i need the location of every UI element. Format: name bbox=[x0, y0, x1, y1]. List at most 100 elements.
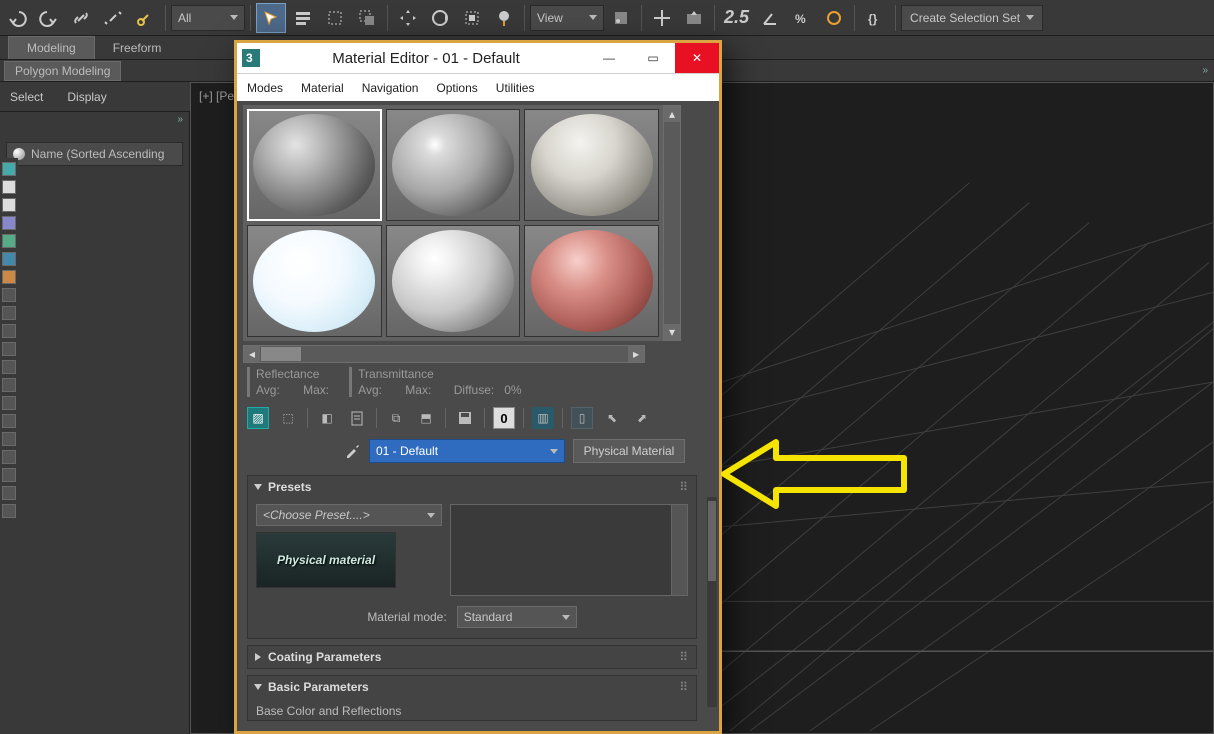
window-crossing-icon[interactable] bbox=[352, 3, 382, 33]
link-icon[interactable] bbox=[66, 3, 96, 33]
move-icon[interactable] bbox=[393, 3, 423, 33]
show-end-result-icon[interactable]: ▯ bbox=[571, 407, 593, 429]
create-selection-set-dropdown[interactable]: Create Selection Set bbox=[901, 5, 1043, 31]
filter-icon[interactable] bbox=[2, 288, 16, 302]
filter-icon[interactable] bbox=[2, 504, 16, 518]
menu-material[interactable]: Material bbox=[301, 81, 344, 95]
minimize-button[interactable]: — bbox=[587, 43, 631, 73]
sample-slot-3[interactable] bbox=[524, 109, 659, 221]
angle-snap-value[interactable]: 2.5 bbox=[720, 7, 753, 28]
menu-options[interactable]: Options bbox=[436, 81, 477, 95]
filter-icon[interactable] bbox=[2, 486, 16, 500]
percent-snap-icon[interactable]: % bbox=[787, 3, 817, 33]
ribbon-tab-freeform[interactable]: Freeform bbox=[95, 37, 180, 59]
sample-slot-4[interactable] bbox=[247, 225, 382, 337]
filter-icon[interactable] bbox=[2, 216, 16, 230]
spinner-snap-icon[interactable] bbox=[819, 3, 849, 33]
ribbon-expand-icon[interactable]: » bbox=[1202, 65, 1208, 76]
filter-icon[interactable] bbox=[2, 252, 16, 266]
filter-icon[interactable] bbox=[2, 234, 16, 248]
filter-icon[interactable] bbox=[2, 414, 16, 428]
filter-icon[interactable] bbox=[2, 270, 16, 284]
basic-header[interactable]: Basic Parameters⠿ bbox=[248, 676, 696, 698]
filter-icon[interactable] bbox=[2, 360, 16, 374]
material-id-icon[interactable]: 0 bbox=[493, 407, 515, 429]
sample-slot-2[interactable] bbox=[386, 109, 521, 221]
menu-navigation[interactable]: Navigation bbox=[362, 81, 419, 95]
rollout-scrollbar[interactable] bbox=[707, 497, 717, 707]
material-type-button[interactable]: Physical Material bbox=[573, 439, 685, 463]
polygon-modeling-chip[interactable]: Polygon Modeling bbox=[4, 61, 121, 81]
named-sets-icon[interactable]: {} bbox=[860, 3, 890, 33]
placement-icon[interactable] bbox=[489, 3, 519, 33]
selection-filter-dropdown[interactable]: All bbox=[171, 5, 245, 31]
assign-to-selection-icon[interactable]: ◧ bbox=[316, 407, 338, 429]
pivot-icon[interactable] bbox=[606, 3, 636, 33]
material-name-dropdown[interactable]: 01 - Default bbox=[369, 439, 565, 463]
maximize-button[interactable]: ▭ bbox=[631, 43, 675, 73]
put-to-scene-icon[interactable]: ⬚ bbox=[277, 407, 299, 429]
menu-utilities[interactable]: Utilities bbox=[496, 81, 535, 95]
close-button[interactable]: ✕ bbox=[675, 43, 719, 73]
material-mode-value: Standard bbox=[464, 610, 513, 624]
material-mode-dropdown[interactable]: Standard bbox=[457, 606, 577, 628]
sample-slot-1[interactable] bbox=[247, 109, 382, 221]
filter-icon[interactable] bbox=[2, 180, 16, 194]
select-by-name-icon[interactable] bbox=[288, 3, 318, 33]
rotate-icon[interactable] bbox=[425, 3, 455, 33]
bind-icon[interactable] bbox=[130, 3, 160, 33]
manipulate-icon[interactable] bbox=[647, 3, 677, 33]
eyedropper-icon[interactable] bbox=[343, 440, 361, 462]
svg-text:%: % bbox=[795, 12, 806, 26]
filter-icon[interactable] bbox=[2, 162, 16, 176]
material-editor-titlebar[interactable]: 3 Material Editor - 01 - Default — ▭ ✕ bbox=[237, 43, 719, 73]
undo-icon[interactable] bbox=[2, 3, 32, 33]
rect-select-icon[interactable] bbox=[320, 3, 350, 33]
scroll-left-icon[interactable]: ◂ bbox=[244, 346, 260, 362]
preset-preview-scroll[interactable] bbox=[671, 505, 687, 595]
unlink-icon[interactable] bbox=[98, 3, 128, 33]
presets-header[interactable]: Presets⠿ bbox=[248, 476, 696, 498]
filter-icon[interactable] bbox=[2, 432, 16, 446]
scroll-down-icon[interactable]: ▾ bbox=[664, 324, 680, 340]
reset-map-icon[interactable] bbox=[346, 407, 368, 429]
scroll-up-icon[interactable]: ▴ bbox=[664, 106, 680, 122]
coating-header[interactable]: Coating Parameters⠿ bbox=[248, 646, 696, 668]
filter-icon[interactable] bbox=[2, 396, 16, 410]
go-sibling-icon[interactable]: ⬈ bbox=[631, 407, 653, 429]
sample-vscroll[interactable]: ▴ ▾ bbox=[663, 105, 681, 341]
scroll-thumb[interactable] bbox=[708, 501, 716, 581]
put-to-library-icon[interactable]: ⬒ bbox=[415, 407, 437, 429]
cmd-select[interactable]: Select bbox=[10, 90, 43, 104]
sample-slot-5[interactable] bbox=[386, 225, 521, 337]
filter-icon[interactable] bbox=[2, 324, 16, 338]
angle-snap-icon[interactable] bbox=[755, 3, 785, 33]
filter-icon[interactable] bbox=[2, 450, 16, 464]
save-icon[interactable] bbox=[454, 407, 476, 429]
ref-coord-dropdown[interactable]: View bbox=[530, 5, 604, 31]
filter-icon[interactable] bbox=[2, 378, 16, 392]
cmd-display[interactable]: Display bbox=[67, 90, 106, 104]
filter-icon[interactable] bbox=[2, 342, 16, 356]
filter-icon[interactable] bbox=[2, 198, 16, 212]
choose-preset-dropdown[interactable]: <Choose Preset....> bbox=[256, 504, 442, 526]
sample-hscroll[interactable]: ◂ ▸ bbox=[243, 345, 645, 363]
sample-slot-6[interactable] bbox=[524, 225, 659, 337]
scroll-thumb[interactable] bbox=[261, 347, 301, 361]
make-unique-icon[interactable]: ⧉ bbox=[385, 407, 407, 429]
keyboard-shortcut-icon[interactable] bbox=[679, 3, 709, 33]
filter-icon[interactable] bbox=[2, 468, 16, 482]
preset-thumb-label: Physical material bbox=[277, 553, 375, 567]
select-object-icon[interactable] bbox=[256, 3, 286, 33]
scale-icon[interactable] bbox=[457, 3, 487, 33]
get-material-icon[interactable]: ▨ bbox=[247, 407, 269, 429]
filter-icon[interactable] bbox=[2, 306, 16, 320]
menu-modes[interactable]: Modes bbox=[247, 81, 283, 95]
show-map-icon[interactable]: ▥ bbox=[532, 407, 554, 429]
go-parent-icon[interactable]: ⬉ bbox=[601, 407, 623, 429]
redo-icon[interactable] bbox=[34, 3, 64, 33]
scroll-right-icon[interactable]: ▸ bbox=[628, 346, 644, 362]
chevron-down-icon bbox=[427, 513, 435, 518]
ribbon-tab-modeling[interactable]: Modeling bbox=[8, 36, 95, 59]
scene-sort-header[interactable]: Name (Sorted Ascending bbox=[6, 142, 183, 166]
